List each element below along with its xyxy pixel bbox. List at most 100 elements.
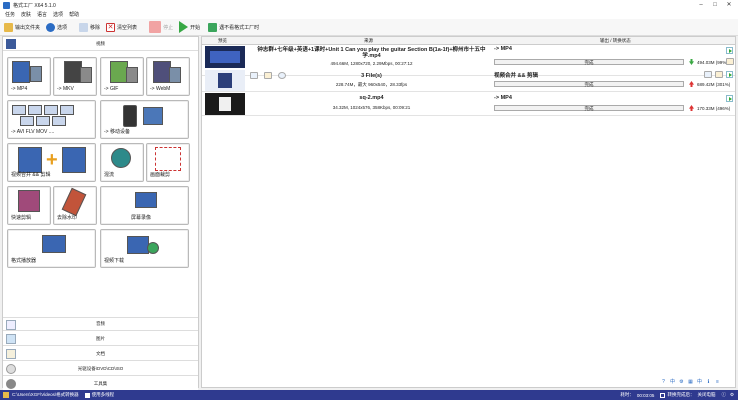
player-icon — [42, 235, 66, 253]
menu-options[interactable]: 选项 — [53, 11, 63, 18]
avi-icon — [12, 105, 26, 115]
info-icon[interactable]: ⓘ — [721, 392, 726, 398]
tile-to-webm[interactable]: -> WebM — [146, 57, 190, 96]
film-icon — [18, 147, 42, 173]
language-icon[interactable]: 中 — [669, 379, 676, 386]
start-button[interactable]: 开始 — [179, 21, 200, 33]
header-preview: 预览 — [218, 38, 227, 43]
scissors-film-icon — [62, 147, 86, 173]
menu-help[interactable]: 帮助 — [69, 11, 79, 18]
open-folder-icon[interactable] — [715, 71, 723, 78]
output-path[interactable]: C:\Users\XGF\Videos\格式转换器 — [12, 392, 79, 398]
grid-icon[interactable]: ▦ — [687, 379, 694, 386]
arrow-down-icon — [689, 59, 694, 65]
output-size: 494.03M (99%) — [697, 60, 728, 65]
multithread-label: 使用多线程 — [91, 392, 115, 397]
play-icon — [179, 21, 189, 33]
task-list: 预览 来源 输出 / 转换状态 钟志群+七年级+英语+1课时+Unit 1 Ca… — [201, 36, 736, 388]
source-info: 494.66M, 1280x720, 2.29Mbps, 00:27:12 — [330, 61, 413, 66]
language-icon[interactable]: 中 — [696, 379, 703, 386]
arrow-up-icon — [689, 81, 694, 87]
source-info: 34.32M, 1024x576, 358Kbps, 00:09:21 — [332, 105, 411, 110]
tile-to-mkv[interactable]: -> MKV — [53, 57, 97, 96]
elapsed-label: 耗时： — [620, 392, 634, 397]
tile-format-player[interactable]: 格式播放器 — [7, 229, 96, 268]
music-icon — [6, 320, 16, 330]
minimize-icon[interactable]: – — [694, 0, 708, 10]
menu-skin[interactable]: 皮肤 — [21, 11, 31, 18]
preview-thumbnail — [205, 93, 245, 115]
menu-icon[interactable]: ≡ — [714, 379, 721, 386]
folder-icon[interactable] — [3, 392, 9, 398]
tile-to-mobile[interactable]: -> 移动设备 — [100, 100, 189, 139]
info-icon[interactable] — [704, 71, 712, 78]
tile-remove-watermark[interactable]: 去除水印 — [53, 186, 97, 225]
source-info: 228.74M，最大 960x540，28.33fps — [335, 82, 408, 87]
tile-to-mp4[interactable]: -> MP4 — [7, 57, 51, 96]
image-icon — [6, 334, 16, 344]
settings-icon[interactable]: ⚙ — [730, 392, 734, 398]
preview-thumbnail — [205, 46, 245, 68]
preview-thumbnail — [205, 70, 245, 91]
play-output-button[interactable] — [726, 95, 733, 102]
category-audio[interactable]: 音频 — [3, 317, 198, 331]
category-disc[interactable]: 光驱设备\DVD\CD\ISO — [3, 362, 198, 376]
menu-language[interactable]: 语言 — [37, 11, 47, 18]
tile-mux[interactable]: 混流 — [100, 143, 144, 182]
document-icon — [6, 349, 16, 359]
mux-icon — [111, 148, 131, 168]
task-row[interactable]: sq-2.mp4 34.32M, 1024x576, 358Kbps, 00:0… — [202, 92, 735, 116]
remove-button[interactable]: 移除 — [79, 22, 100, 32]
flv-icon — [28, 105, 42, 115]
menu-task[interactable]: 任务 — [5, 11, 15, 18]
multithread-checkbox[interactable] — [84, 392, 90, 398]
folder-icon — [4, 22, 13, 32]
task-list-header: 预览 来源 输出 / 转换状态 — [202, 37, 735, 45]
toolbar: 输出文件夹 选项 移除 ✕ 清空列表 停止 开始 遇不看格式工厂时 — [0, 19, 738, 36]
category-image[interactable]: 图片 — [3, 332, 198, 346]
menu-bar: 任务 皮肤 语言 选项 帮助 — [0, 10, 738, 19]
source-filename: 3 File(s) — [361, 73, 382, 79]
download-icon — [147, 242, 159, 254]
category-tools[interactable]: 工具集 — [3, 377, 198, 391]
play-output-button[interactable] — [726, 71, 733, 78]
tile-video-merge-edit[interactable]: + 视频合并 && 剪辑 — [7, 143, 96, 182]
output-size: 689.42M (301%) — [697, 82, 731, 87]
options-button[interactable]: 选项 — [46, 22, 67, 32]
header-source: 来源 — [364, 38, 373, 43]
maximize-icon[interactable]: □ — [708, 0, 722, 10]
tile-video-download[interactable]: 视频下载 — [100, 229, 189, 268]
tile-to-gif[interactable]: -> GIF — [100, 57, 144, 96]
crop-scissors-icon — [155, 147, 181, 171]
window-title: 格式工厂 X64 5.1.0 — [13, 2, 56, 9]
mp4-icon — [12, 61, 30, 83]
play-output-button[interactable] — [726, 47, 733, 54]
clear-list-button[interactable]: ✕ 清空列表 — [106, 22, 137, 32]
settings-icon[interactable]: ⚙ — [678, 379, 685, 386]
eraser-icon — [61, 187, 87, 217]
tile-crop[interactable]: 画面裁剪 — [146, 143, 190, 182]
info-icon[interactable]: ℹ — [705, 379, 712, 386]
after-convert-label: 转换完成后： — [667, 392, 695, 397]
film-icon — [127, 236, 149, 254]
status-bar-bottom: C:\Users\XGF\Videos\格式转换器 使用多线程 耗时： 00:0… — [0, 390, 738, 400]
task-row[interactable]: 3 File(s) 228.74M，最大 960x540，28.33fps 视频… — [202, 69, 735, 92]
output-folder-button[interactable]: 输出文件夹 — [4, 22, 40, 32]
tile-screen-record[interactable]: 屏幕录像 — [100, 186, 189, 225]
category-video[interactable]: 视频 — [3, 37, 198, 51]
download-app-button[interactable]: 遇不看格式工厂时 — [208, 22, 259, 32]
plus-icon: + — [46, 149, 58, 171]
open-folder-icon[interactable] — [726, 58, 734, 65]
app-logo-icon — [3, 1, 10, 9]
close-icon[interactable]: ✕ — [722, 0, 736, 10]
after-convert-action[interactable]: 关闭电脑 — [697, 392, 715, 398]
monitor-icon — [135, 192, 157, 208]
stop-button[interactable]: 停止 — [149, 21, 173, 33]
help-icon[interactable]: ? — [660, 379, 667, 386]
tile-quick-clip[interactable]: 快速剪辑 — [7, 186, 51, 225]
source-filename: 钟志群+七年级+英语+1课时+Unit 1 Can you play the g… — [257, 47, 486, 59]
after-convert-checkbox[interactable] — [660, 392, 666, 398]
header-output: 输出 / 转换状态 — [600, 38, 631, 43]
tile-to-avi-flv-mov[interactable]: -> AVI FLV MOV .... — [7, 100, 96, 139]
category-document[interactable]: 文档 — [3, 347, 198, 361]
